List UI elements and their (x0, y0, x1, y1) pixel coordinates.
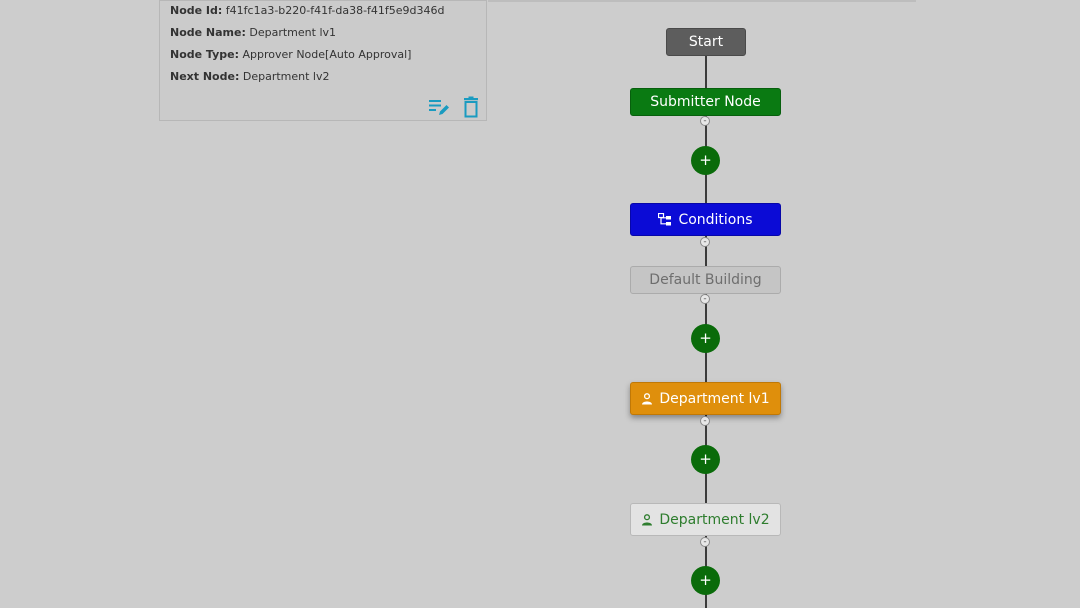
start-node-label: Start (688, 34, 724, 50)
conditions-node-label: Conditions (678, 211, 753, 228)
node-id-label: Node Id: (170, 4, 223, 17)
add-node-button[interactable]: + (691, 566, 720, 595)
node-name-label: Node Name: (170, 26, 246, 39)
node-name-row: Node Name: Department lv1 (170, 26, 336, 39)
collapse-toggle[interactable]: - (700, 537, 710, 547)
node-id-value: f41fc1a3-b220-f41f-da38-f41f5e9d346d (225, 4, 445, 17)
top-divider (488, 0, 916, 2)
collapse-toggle[interactable]: - (700, 294, 710, 304)
flow-canvas: Node Id: f41fc1a3-b220-f41f-da38-f41f5e9… (0, 0, 1080, 608)
submitter-node-label: Submitter Node (650, 94, 761, 110)
connector-line (705, 56, 707, 88)
department-lv2-label: Department lv2 (659, 511, 770, 528)
person-icon (641, 513, 653, 526)
next-node-label: Next Node: (170, 70, 240, 83)
submitter-node[interactable]: Submitter Node (630, 88, 781, 116)
node-id-row: Node Id: f41fc1a3-b220-f41f-da38-f41f5e9… (170, 4, 445, 17)
trash-icon[interactable] (460, 96, 482, 118)
collapse-toggle[interactable]: - (700, 237, 710, 247)
next-node-row: Next Node: Department lv2 (170, 70, 329, 83)
default-building-node[interactable]: Default Building (630, 266, 781, 294)
conditions-node[interactable]: Conditions (630, 203, 781, 236)
add-node-button[interactable]: + (691, 324, 720, 353)
default-building-label: Default Building (649, 272, 762, 288)
add-node-button[interactable]: + (691, 445, 720, 474)
collapse-toggle[interactable]: - (700, 116, 710, 126)
department-lv1-label: Department lv1 (659, 390, 770, 407)
edit-list-icon[interactable] (428, 96, 450, 118)
department-lv1-node[interactable]: Department lv1 (630, 382, 781, 415)
department-lv2-node[interactable]: Department lv2 (630, 503, 781, 536)
next-node-value: Department lv2 (242, 70, 330, 83)
start-node[interactable]: Start (666, 28, 746, 56)
node-name-value: Department lv1 (249, 26, 337, 39)
collapse-toggle[interactable]: - (700, 416, 710, 426)
branch-tree-icon (658, 212, 672, 227)
node-type-row: Node Type: Approver Node[Auto Approval] (170, 48, 411, 61)
add-node-button[interactable]: + (691, 146, 720, 175)
node-type-label: Node Type: (170, 48, 240, 61)
node-details-panel: Node Id: f41fc1a3-b220-f41f-da38-f41f5e9… (159, 0, 487, 121)
node-type-value: Approver Node[Auto Approval] (242, 48, 412, 61)
person-icon (641, 392, 653, 405)
